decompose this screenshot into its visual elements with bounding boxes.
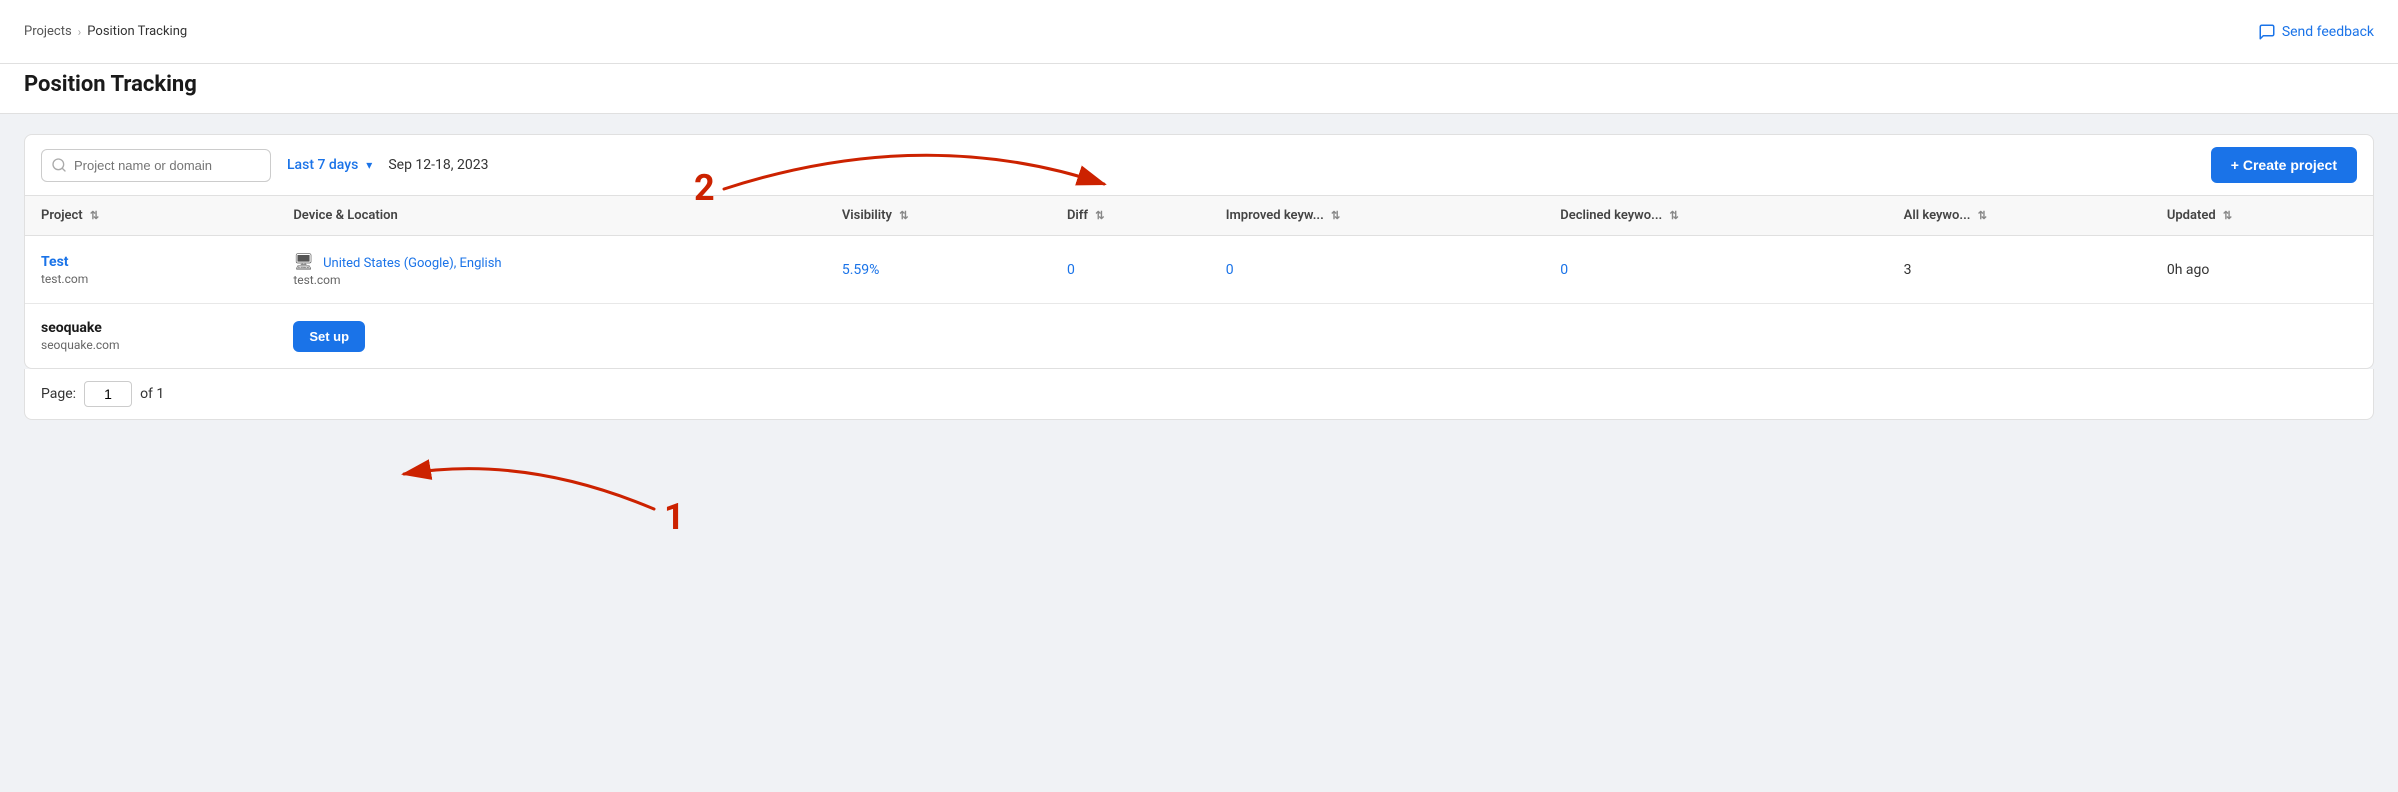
create-project-button[interactable]: + Create project — [2211, 147, 2357, 183]
col-visibility: Visibility ⇅ — [826, 196, 1051, 236]
device-icon: 🖥 — [293, 252, 313, 271]
project-domain: seoquake.com — [41, 338, 261, 352]
table-row: seoquake seoquake.com Set up — [25, 304, 2373, 369]
sort-icon-updated[interactable]: ⇅ — [2223, 209, 2232, 222]
col-device-location: Device & Location — [277, 196, 826, 236]
page-header: Position Tracking — [0, 64, 2398, 114]
sort-icon-project[interactable]: ⇅ — [90, 209, 99, 222]
declined-kw-cell: 0 — [1544, 236, 1887, 304]
col-improved-kw: Improved keyw... ⇅ — [1210, 196, 1545, 236]
toolbar: Last 7 days ▾ Sep 12-18, 2023 + Create p… — [24, 134, 2374, 196]
date-range: Sep 12-18, 2023 — [388, 157, 488, 173]
page-label: Page: — [41, 386, 76, 402]
updated-cell: 0h ago — [2151, 236, 2373, 304]
all-kw-cell-empty — [1888, 304, 2151, 369]
page-input[interactable] — [84, 381, 132, 407]
search-input[interactable] — [41, 149, 271, 182]
col-declined-kw: Declined keywo... ⇅ — [1544, 196, 1887, 236]
declined-kw-value: 0 — [1560, 262, 1568, 278]
projects-table: Project ⇅ Device & Location Visibility ⇅… — [25, 196, 2373, 368]
project-cell: seoquake seoquake.com — [25, 304, 277, 369]
sort-icon-improved[interactable]: ⇅ — [1331, 209, 1340, 222]
project-name[interactable]: seoquake — [41, 320, 261, 336]
send-feedback-label: Send feedback — [2282, 24, 2374, 40]
diff-cell: 0 — [1051, 236, 1210, 304]
sort-icon-diff[interactable]: ⇅ — [1095, 209, 1104, 222]
table-row: Test test.com 🖥 United States (Google), … — [25, 236, 2373, 304]
device-location-link[interactable]: United States (Google), English — [323, 256, 501, 271]
page-of-label: of 1 — [140, 386, 164, 402]
all-kw-value: 3 — [1904, 262, 1912, 278]
search-icon — [51, 157, 67, 173]
updated-cell-empty — [2151, 304, 2373, 369]
breadcrumb-projects[interactable]: Projects — [24, 24, 72, 39]
col-project: Project ⇅ — [25, 196, 277, 236]
project-cell: Test test.com — [25, 236, 277, 304]
all-kw-cell: 3 — [1888, 236, 2151, 304]
sort-icon-visibility[interactable]: ⇅ — [899, 209, 908, 222]
col-updated: Updated ⇅ — [2151, 196, 2373, 236]
annotation-label-1: 1 — [664, 496, 685, 538]
page-title: Position Tracking — [24, 72, 2374, 97]
table-header-row: Project ⇅ Device & Location Visibility ⇅… — [25, 196, 2373, 236]
col-all-kw: All keywo... ⇅ — [1888, 196, 2151, 236]
diff-cell-empty — [1051, 304, 1210, 369]
search-wrapper — [41, 149, 271, 182]
visibility-value: 5.59% — [842, 262, 880, 278]
visibility-cell-empty — [826, 304, 1051, 369]
sort-icon-all-kw[interactable]: ⇅ — [1978, 209, 1987, 222]
chevron-down-icon: ▾ — [366, 158, 372, 172]
breadcrumb-current: Position Tracking — [87, 24, 187, 39]
card: 2 1 — [24, 134, 2374, 420]
top-bar: Projects › Position Tracking Send feedba… — [0, 0, 2398, 64]
device-location-cell-setup: Set up — [277, 304, 826, 369]
col-diff: Diff ⇅ — [1051, 196, 1210, 236]
table-wrapper: Project ⇅ Device & Location Visibility ⇅… — [24, 196, 2374, 369]
send-feedback-link[interactable]: Send feedback — [2258, 23, 2374, 41]
main-content: 2 1 — [0, 114, 2398, 440]
feedback-icon — [2258, 23, 2276, 41]
breadcrumb: Projects › Position Tracking — [24, 24, 187, 39]
visibility-cell: 5.59% — [826, 236, 1051, 304]
date-filter[interactable]: Last 7 days ▾ — [287, 157, 372, 173]
sort-icon-declined[interactable]: ⇅ — [1669, 209, 1678, 222]
device-location-cell: 🖥 United States (Google), English test.c… — [277, 236, 826, 304]
setup-button[interactable]: Set up — [293, 321, 365, 352]
declined-kw-cell-empty — [1544, 304, 1887, 369]
project-domain: test.com — [41, 272, 261, 286]
table-body: Test test.com 🖥 United States (Google), … — [25, 236, 2373, 369]
improved-kw-cell-empty — [1210, 304, 1545, 369]
device-domain: test.com — [293, 273, 810, 287]
table-head: Project ⇅ Device & Location Visibility ⇅… — [25, 196, 2373, 236]
project-name[interactable]: Test — [41, 254, 261, 270]
improved-kw-value: 0 — [1226, 262, 1234, 278]
updated-value: 0h ago — [2167, 262, 2210, 278]
pagination: Page: of 1 — [24, 369, 2374, 420]
improved-kw-cell: 0 — [1210, 236, 1545, 304]
date-filter-label: Last 7 days — [287, 157, 358, 173]
breadcrumb-separator: › — [78, 25, 82, 39]
annotation-arrow-1 — [404, 469, 654, 509]
diff-value: 0 — [1067, 262, 1075, 278]
